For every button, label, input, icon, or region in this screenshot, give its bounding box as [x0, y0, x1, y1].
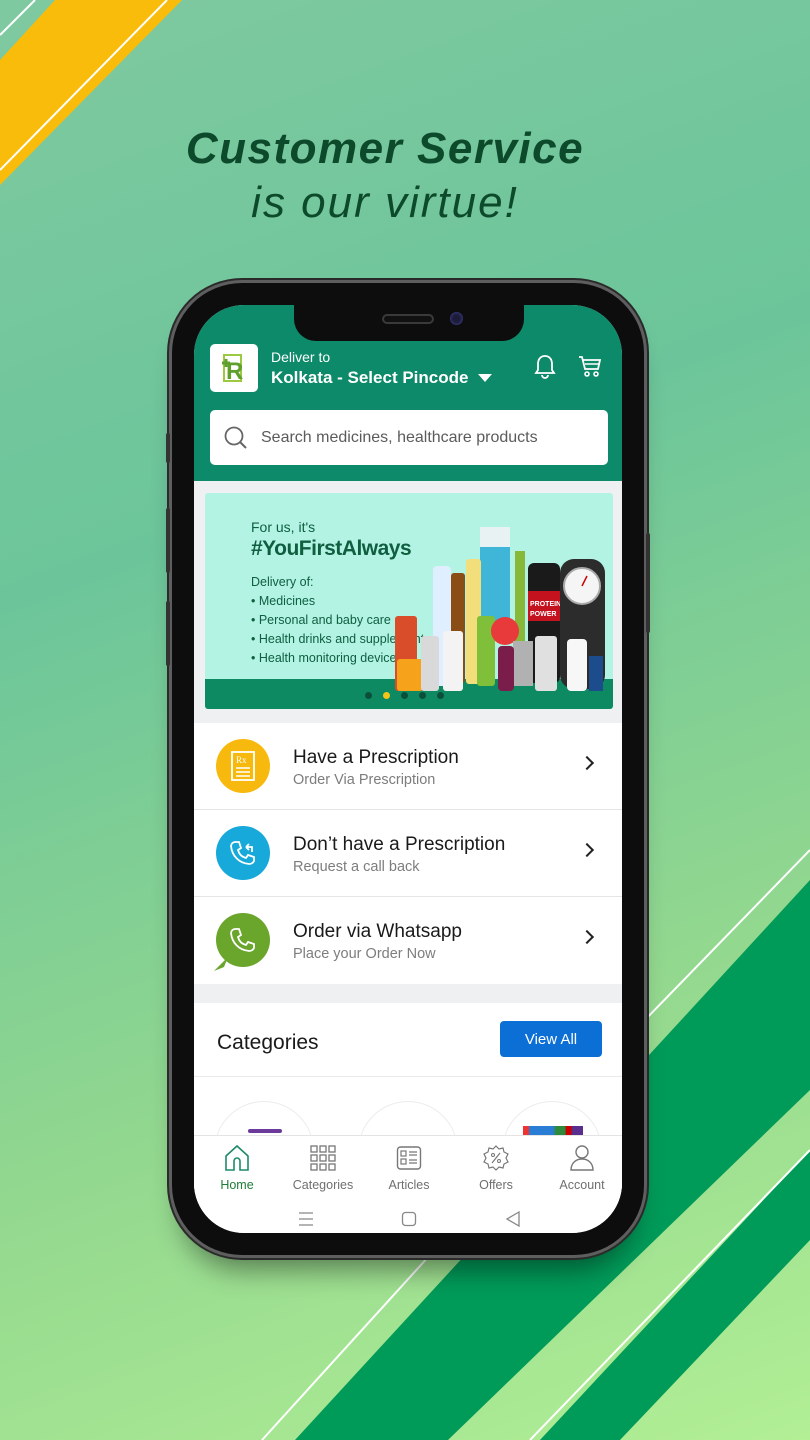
promo-banner[interactable]: For us, it's #YouFirstAlways Delivery of… — [205, 493, 613, 709]
order-options-list: Rx Have a Prescription Order Via Prescri… — [194, 723, 622, 984]
user-icon — [570, 1145, 594, 1171]
app-screen: R Deliver to Kolkata - Select Pincode Se… — [194, 305, 622, 1233]
carousel-dot[interactable] — [419, 692, 426, 699]
tab-categories[interactable]: Categories — [283, 1144, 363, 1192]
location-selector[interactable]: Kolkata - Select Pincode — [271, 368, 493, 388]
chevron-right-icon — [579, 929, 595, 945]
tab-account[interactable]: Account — [542, 1144, 622, 1192]
home-square-icon[interactable] — [401, 1211, 417, 1227]
carousel-dots — [365, 692, 444, 699]
notch — [294, 305, 524, 341]
tab-label: Offers — [479, 1178, 513, 1192]
carousel-dot[interactable] — [437, 692, 444, 699]
carousel-dot-active[interactable] — [383, 692, 390, 699]
search-icon — [224, 426, 247, 449]
tab-offers[interactable]: Offers — [456, 1144, 536, 1192]
svg-text:POWER: POWER — [530, 611, 556, 618]
chevron-right-icon — [579, 842, 595, 858]
categories-title: Categories — [217, 1031, 319, 1054]
option-title: Order via Whatsapp — [293, 921, 462, 942]
offer-badge-icon — [483, 1145, 509, 1171]
category-thumbnail — [248, 1129, 282, 1133]
tab-label: Articles — [388, 1178, 430, 1192]
deliver-to-label: Deliver to — [271, 349, 331, 365]
divider — [194, 1076, 622, 1077]
callback-phone-icon — [216, 826, 270, 880]
tab-label: Home — [220, 1178, 254, 1192]
bottom-tab-bar: Home Categories Articles Offers Account — [194, 1135, 622, 1233]
prescription-icon: Rx — [216, 739, 270, 793]
carousel-dot[interactable] — [365, 692, 372, 699]
grid-icon — [310, 1145, 336, 1171]
svg-text:PROTEIN: PROTEIN — [530, 601, 561, 608]
power-button — [646, 533, 650, 633]
cart-icon[interactable] — [577, 353, 603, 379]
tab-label: Categories — [292, 1178, 354, 1192]
option-subtitle: Place your Order Now — [293, 946, 436, 962]
svg-text:Rx: Rx — [236, 755, 247, 765]
promo-headline: Customer Service — [185, 124, 585, 173]
option-no-prescription[interactable]: Don’t have a Prescription Request a call… — [194, 810, 622, 897]
articles-icon — [396, 1146, 422, 1170]
location-text: Kolkata - Select Pincode — [271, 368, 469, 387]
tab-label: Account — [559, 1178, 605, 1192]
caret-down-icon — [478, 374, 493, 382]
speaker — [382, 314, 434, 324]
system-navigation-bar — [194, 1211, 622, 1231]
option-have-prescription[interactable]: Rx Have a Prescription Order Via Prescri… — [194, 723, 622, 810]
view-all-button[interactable]: View All — [500, 1021, 602, 1057]
search-bar[interactable] — [210, 410, 608, 465]
carousel-dot[interactable] — [401, 692, 408, 699]
option-subtitle: Order Via Prescription — [293, 772, 436, 788]
front-camera — [450, 312, 463, 325]
option-title: Have a Prescription — [293, 747, 459, 768]
bell-icon[interactable] — [532, 353, 558, 379]
option-whatsapp[interactable]: Order via Whatsapp Place your Order Now — [194, 897, 622, 984]
home-icon — [225, 1144, 249, 1171]
menu-icon[interactable] — [298, 1211, 314, 1227]
tab-home[interactable]: Home — [197, 1144, 277, 1192]
tab-articles[interactable]: Articles — [369, 1144, 449, 1192]
healthcare-products-illustration: PROTEIN POWER — [395, 527, 605, 691]
volume-up-button — [166, 508, 170, 573]
search-input[interactable] — [261, 428, 591, 447]
chevron-right-icon — [579, 755, 595, 771]
option-subtitle: Request a call back — [293, 859, 420, 875]
app-logo[interactable]: R — [210, 344, 258, 392]
phone-frame: R Deliver to Kolkata - Select Pincode Se… — [166, 283, 650, 1255]
volume-down-button — [166, 601, 170, 666]
whatsapp-bubble-tail — [214, 957, 228, 971]
back-triangle-icon[interactable] — [505, 1211, 521, 1227]
promo-subheadline: is our virtue! — [251, 178, 519, 227]
rx-plus-logo-icon: R — [222, 354, 243, 385]
option-title: Don’t have a Prescription — [293, 834, 506, 855]
mute-switch — [166, 433, 170, 463]
